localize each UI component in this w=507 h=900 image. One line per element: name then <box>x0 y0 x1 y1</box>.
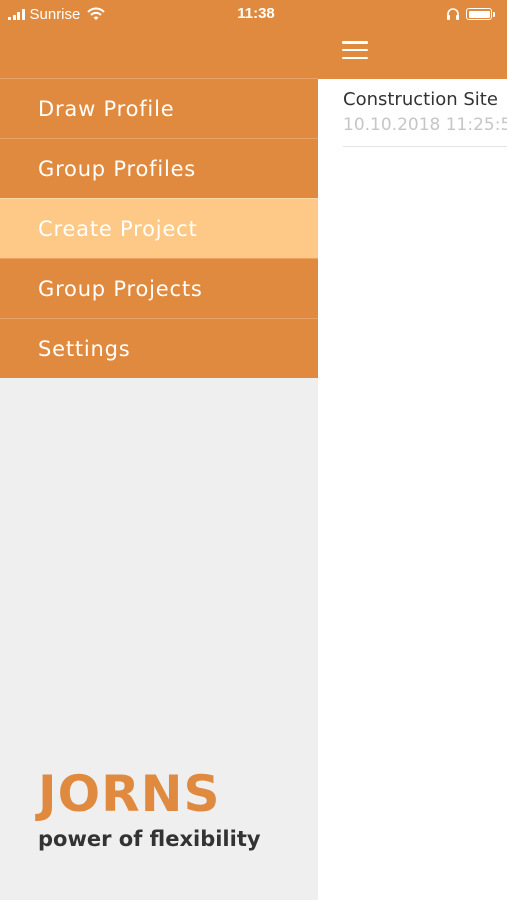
project-date: 10.10.2018 11:25:5 <box>343 115 507 135</box>
drawer-header: Sunrise 11:38 <box>0 0 318 78</box>
drawer-menu: Draw Profile Group Profiles Create Proje… <box>0 78 318 378</box>
status-time: 11:38 <box>237 5 275 22</box>
main-panel: Construction Site 10.10.2018 11:25:5 <box>318 0 507 900</box>
project-name: Construction Site <box>343 89 498 110</box>
menu-item-draw-profile[interactable]: Draw Profile <box>0 78 318 138</box>
menu-item-group-projects[interactable]: Group Projects <box>0 258 318 318</box>
menu-item-create-project[interactable]: Create Project <box>0 198 318 258</box>
menu-item-group-profiles[interactable]: Group Profiles <box>0 138 318 198</box>
navigation-drawer: Sunrise 11:38 Draw Profile Group Profile… <box>0 0 318 900</box>
brand-tagline: power of flexibility <box>38 827 261 851</box>
brand-block: JORNS power of flexibility <box>38 768 261 854</box>
menu-item-settings[interactable]: Settings <box>0 318 318 378</box>
project-list-item[interactable]: Construction Site 10.10.2018 11:25:5 <box>343 86 507 147</box>
brand-logo: JORNS <box>38 765 221 823</box>
hamburger-menu-icon[interactable] <box>340 38 370 62</box>
